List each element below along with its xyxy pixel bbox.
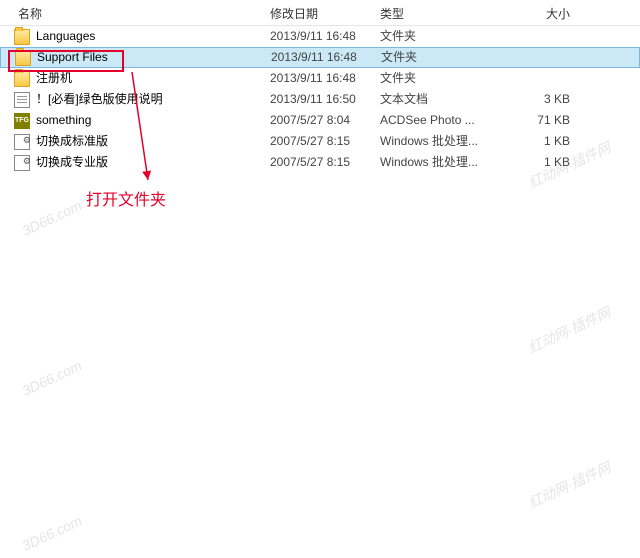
file-row[interactable]: 切换成专业版 2007/5/27 8:15Windows 批处理...1 KB [0,152,640,173]
file-row[interactable]: TFG something 2007/5/27 8:04ACDSee Photo .… [0,110,640,131]
file-size: 3 KB [490,89,590,110]
batch-file-icon [14,155,30,171]
column-header-date[interactable]: 修改日期 [270,5,380,22]
folder-icon [15,50,31,66]
tfg-icon: TFG [14,113,30,129]
file-row[interactable]: 切换成标准版 2007/5/27 8:15Windows 批处理...1 KB [0,131,640,152]
watermark: 3D66.com [20,512,85,553]
watermark: 红动网·插件网 [525,302,614,358]
batch-file-icon [14,134,30,150]
file-size: 1 KB [490,131,590,152]
file-date: 2013/9/11 16:48 [271,47,381,68]
file-date: 2013/9/11 16:48 [270,26,380,47]
file-type: ACDSee Photo ... [380,110,490,131]
file-date: 2007/5/27 8:15 [270,131,380,152]
file-name: Support Files [37,47,108,68]
file-size: 1 KB [490,152,590,173]
file-row[interactable]: Languages 2013/9/11 16:48文件夹 [0,26,640,47]
file-type: Windows 批处理... [380,131,490,152]
file-name: 切换成标准版 [36,131,108,152]
file-type: 文件夹 [381,47,491,68]
file-name: Languages [36,26,95,47]
file-date: 2007/5/27 8:04 [270,110,380,131]
file-date: 2007/5/27 8:15 [270,152,380,173]
file-list: Languages2013/9/11 16:48文件夹Support Files… [0,26,640,173]
annotation-label: 打开文件夹 [86,186,166,210]
file-date: 2013/9/11 16:48 [270,68,380,89]
file-type: 文本文档 [380,89,490,110]
file-name: 切换成专业版 [36,152,108,173]
file-size: 71 KB [490,110,590,131]
file-name: ！[必看]绿色版使用说明 [36,89,163,110]
watermark: 3D66.com [20,357,85,398]
folder-icon [14,29,30,45]
file-type: 文件夹 [380,68,490,89]
file-row[interactable]: Support Files 2013/9/11 16:48文件夹 [0,47,640,68]
file-date: 2013/9/11 16:50 [270,89,380,110]
column-header-row: 名称 修改日期 类型 大小 [0,0,640,26]
watermark: 3D66.com [20,197,85,238]
column-header-name[interactable]: 名称 [0,5,270,22]
text-file-icon [14,92,30,108]
file-row[interactable]: ！[必看]绿色版使用说明 2013/9/11 16:50文本文档3 KB [0,89,640,110]
file-name: 注册机 [36,68,72,89]
column-header-size[interactable]: 大小 [490,5,590,22]
file-name: something [36,110,91,131]
file-row[interactable]: 注册机 2013/9/11 16:48文件夹 [0,68,640,89]
column-header-type[interactable]: 类型 [380,5,490,22]
folder-icon [14,71,30,87]
watermark: 红动网·插件网 [525,457,614,513]
file-type: Windows 批处理... [380,152,490,173]
file-type: 文件夹 [380,26,490,47]
